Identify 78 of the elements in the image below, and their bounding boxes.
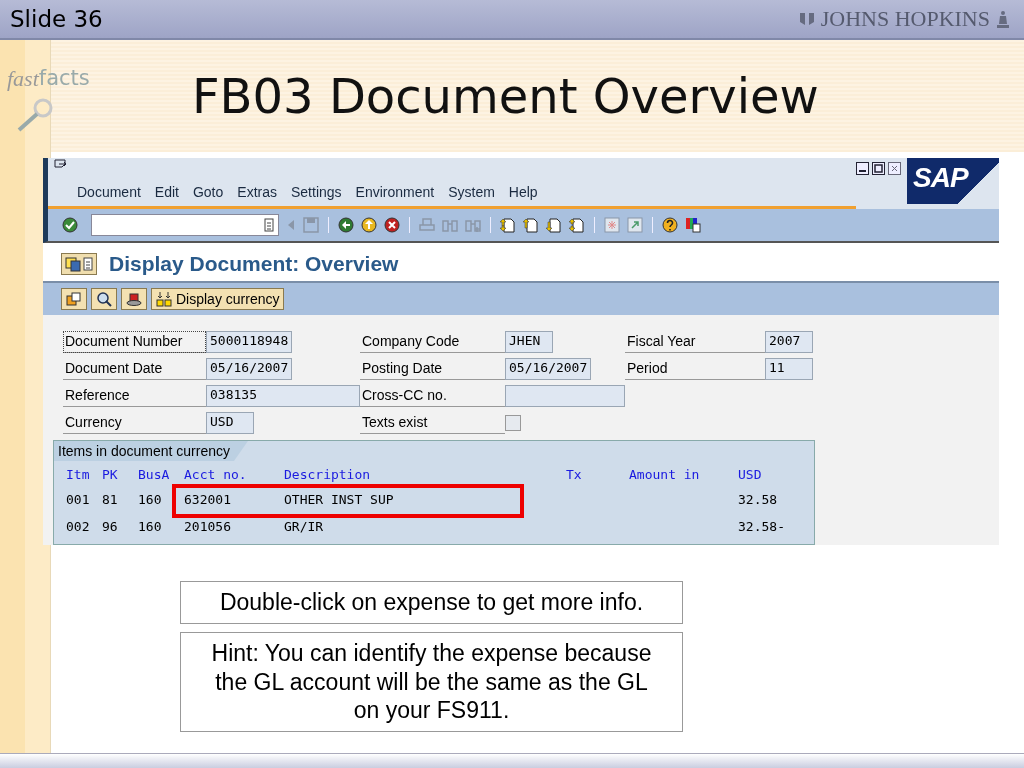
magnifier-icon <box>15 98 55 132</box>
menu-item[interactable]: System <box>448 184 495 200</box>
menu-item[interactable]: Environment <box>355 184 435 200</box>
change-display-button[interactable] <box>61 288 87 310</box>
emblem-icon <box>798 11 815 27</box>
document-icon <box>66 291 82 307</box>
table-cell-text: OTHER INST SUP <box>284 491 395 509</box>
callout-text: Double-click on expense to get more info. <box>219 589 644 615</box>
column-header[interactable]: BusA <box>138 461 184 486</box>
back-icon[interactable] <box>338 217 354 233</box>
output-field: 2007 <box>765 331 813 353</box>
column-header[interactable]: Description <box>284 461 566 486</box>
screen-title: Display Document: Overview <box>109 252 399 276</box>
maximize-icon[interactable] <box>872 162 885 178</box>
menu-item[interactable]: Settings <box>291 184 342 200</box>
blocks-icon <box>156 291 172 307</box>
field-label: Document Number <box>63 331 206 353</box>
display-currency-button[interactable]: Display currency <box>151 288 285 310</box>
hat-button[interactable] <box>121 288 147 310</box>
cancel-icon[interactable] <box>384 217 400 233</box>
table-cell-text: 32.58- <box>738 518 786 536</box>
callout-text: Hint: You can identify the expense because the GL account will be the same as the GL on your FS911. <box>211 639 652 724</box>
command-field[interactable] <box>91 214 279 236</box>
sap-logo: SAP <box>907 158 999 204</box>
first-page-icon[interactable] <box>500 217 516 233</box>
menu-item[interactable]: Help <box>508 184 538 200</box>
output-field: 05/16/2007 <box>206 358 293 380</box>
search-button[interactable] <box>91 288 117 310</box>
field-label: Texts exist <box>360 412 505 434</box>
menu-item[interactable]: Edit <box>154 184 179 200</box>
table-cell-text: 160 <box>138 491 163 509</box>
table-cell-text: 001 <box>66 491 91 509</box>
column-header[interactable]: USD <box>738 461 798 486</box>
logo-word: fast <box>7 66 39 92</box>
output-field: 038135 <box>206 385 360 407</box>
output-field: 11 <box>765 358 813 380</box>
items-tab[interactable]: Items in document currency <box>54 441 248 461</box>
column-header[interactable]: Tx <box>566 461 629 486</box>
table-cell-text: 81 <box>102 491 119 509</box>
table-cell-text: GR/IR <box>284 518 325 536</box>
output-field: JHEN <box>505 331 553 353</box>
logo-word: facts <box>38 66 90 90</box>
table-cell-text: 201056 <box>184 518 232 536</box>
checkbox[interactable] <box>505 415 521 431</box>
output-field: USD <box>206 412 254 434</box>
table-cell-text: 96 <box>102 518 119 536</box>
output-field: 5000118948 <box>206 331 293 353</box>
slide-number: Slide 36 <box>10 6 103 32</box>
menu-item[interactable]: Goto <box>192 184 224 200</box>
hat-icon <box>126 291 142 307</box>
table-cell-text: 002 <box>66 518 91 536</box>
column-header[interactable]: Itm <box>66 461 102 486</box>
column-header[interactable]: Acct no. <box>184 461 284 486</box>
list-icon <box>264 217 274 233</box>
search-icon <box>96 291 112 307</box>
last-page-icon[interactable] <box>569 217 585 233</box>
layout-icon[interactable] <box>685 217 701 233</box>
page-up-icon[interactable] <box>523 217 539 233</box>
document-icon <box>65 256 81 272</box>
brand-name: JOHNS HOPKINS <box>820 6 990 32</box>
menu-item[interactable]: Document <box>77 184 141 200</box>
check-icon[interactable] <box>62 217 78 233</box>
help-icon[interactable] <box>662 217 678 233</box>
statue-icon <box>996 10 1010 28</box>
output-field: 05/16/2007 <box>505 358 592 380</box>
column-header[interactable]: PK <box>102 461 138 486</box>
slide-title: FB03 Document Overview <box>192 68 819 124</box>
minimize-icon[interactable] <box>856 162 869 178</box>
shortcut-icon[interactable] <box>627 217 643 233</box>
close-icon[interactable] <box>888 162 901 178</box>
column-header[interactable]: Amount in <box>629 461 738 486</box>
other-document-button[interactable] <box>61 253 97 275</box>
table-cell-text: 632001 <box>184 491 232 509</box>
table-cell-text: 160 <box>138 518 163 536</box>
table-cell-text: 32.58 <box>738 491 779 509</box>
page-down-icon[interactable] <box>546 217 562 233</box>
list-icon <box>83 256 93 272</box>
menu-item[interactable]: Extras <box>237 184 277 200</box>
